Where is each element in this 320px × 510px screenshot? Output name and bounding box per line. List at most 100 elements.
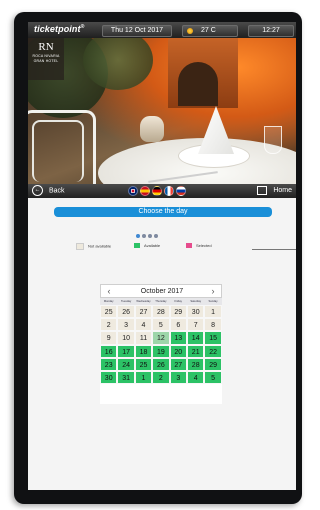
home-button[interactable]: Home — [257, 185, 292, 197]
not-available-swatch — [76, 243, 84, 250]
calendar-day-available[interactable]: 15 — [204, 331, 222, 345]
hotel-logo-subtitle: GRAN HOTEL — [33, 59, 59, 63]
calendar-day-today[interactable]: 12 — [152, 331, 170, 345]
page-title: Choose the day — [54, 207, 272, 217]
calendar-day-available[interactable]: 18 — [134, 344, 153, 358]
calendar-month-label: October 2017 — [140, 288, 184, 295]
photo-napkin — [198, 106, 234, 154]
flag-spain-icon[interactable] — [140, 186, 150, 196]
calendar-day-unavailable: 26 — [117, 305, 135, 319]
callout-line — [252, 249, 296, 250]
content-area: Choose the day Not available Available S… — [28, 198, 296, 490]
weekday-label: Monday — [103, 300, 114, 303]
weekday-label: Friday — [174, 300, 183, 303]
kiosk-screen: ticketpoint® Thu 12 Oct 2017 27 C 12:27 … — [28, 22, 296, 490]
legend-label: Selected — [196, 243, 212, 248]
calendar-day-unavailable: 7 — [187, 318, 205, 332]
calendar-header: ‹ October 2017 › — [100, 284, 222, 298]
flag-russia-icon[interactable] — [176, 186, 186, 196]
photo-chair — [32, 120, 84, 182]
calendar-day-available[interactable]: 14 — [187, 331, 205, 345]
clock-display: 12:27 — [248, 25, 294, 37]
calendar-day-unavailable: 8 — [204, 318, 222, 332]
legend-not-available: Not available — [76, 243, 111, 250]
calendar-day-available[interactable]: 31 — [117, 371, 135, 385]
date-display: Thu 12 Oct 2017 — [102, 25, 172, 37]
photo-fountain — [140, 116, 164, 142]
selected-swatch — [186, 243, 192, 249]
legend-label: Not available — [88, 243, 112, 249]
top-status-bar: ticketpoint® Thu 12 Oct 2017 27 C 12:27 — [28, 22, 296, 38]
weekday-label: Wednesday — [136, 300, 151, 303]
hotel-logo-mark: RN — [38, 41, 54, 53]
calendar-day-unavailable: 4 — [134, 318, 153, 332]
calendar-day-unavailable: 10 — [117, 331, 135, 345]
calendar-day-unavailable: 30 — [187, 305, 205, 319]
chevron-right-icon[interactable]: › — [207, 285, 219, 297]
calendar-day-unavailable: 1 — [204, 305, 222, 319]
hotel-logo: RN ROCA NIVARIA GRAN HOTEL — [28, 38, 64, 80]
calendar-day-unavailable: 5 — [152, 318, 170, 332]
legend-selected: Selected — [186, 243, 212, 249]
back-button[interactable]: ← Back — [32, 185, 65, 197]
calendar-day-available[interactable]: 29 — [204, 357, 222, 371]
calendar-day-unavailable: 27 — [134, 305, 153, 319]
calendar-day-available[interactable]: 13 — [169, 331, 187, 345]
flag-france-icon[interactable] — [164, 186, 174, 196]
calendar-day-available[interactable]: 28 — [187, 357, 205, 371]
weekday-label: Thursday — [155, 300, 167, 303]
calendar-day-unavailable: 2 — [100, 318, 118, 332]
calendar-weekday-row: Monday Tuesday Wednesday Thursday Friday Satu… — [100, 298, 222, 305]
calendar-legend: Not available Available Selected — [76, 243, 276, 251]
flag-uk-icon[interactable] — [128, 186, 138, 196]
home-icon — [257, 185, 268, 195]
step-dot — [154, 234, 158, 238]
photo-tree — [83, 38, 153, 90]
calendar-day-available[interactable]: 24 — [117, 357, 135, 371]
calendar-day-unavailable: 29 — [169, 305, 187, 319]
calendar-day-available[interactable]: 27 — [169, 357, 187, 371]
calendar-day-available[interactable]: 1 — [134, 371, 153, 385]
date-picker-calendar: ‹ October 2017 › Monday Tuesday Wednesday T… — [100, 284, 222, 404]
flag-germany-icon[interactable] — [152, 186, 162, 196]
calendar-day-available[interactable]: 23 — [100, 357, 118, 371]
navigation-bar: ← Back Home — [28, 184, 296, 198]
language-selector — [128, 186, 188, 196]
calendar-day-available[interactable]: 26 — [152, 357, 170, 371]
weekday-label: Saturday — [190, 300, 202, 303]
calendar-day-available[interactable]: 16 — [100, 344, 118, 358]
step-dot — [148, 234, 152, 238]
chevron-left-icon[interactable]: ‹ — [103, 285, 115, 297]
brand-logo: ticketpoint® — [34, 24, 84, 34]
brand-mark: ® — [80, 24, 85, 30]
restaurant-photo: RN ROCA NIVARIA GRAN HOTEL — [28, 38, 296, 184]
back-arrow-icon: ← — [32, 185, 43, 196]
sun-icon — [187, 28, 193, 34]
calendar-day-unavailable: 9 — [100, 331, 118, 345]
calendar-day-available[interactable]: 22 — [204, 344, 222, 358]
calendar-day-unavailable: 3 — [117, 318, 135, 332]
calendar-day-unavailable: 6 — [169, 318, 187, 332]
calendar-day-available[interactable]: 3 — [169, 371, 187, 385]
calendar-day-available[interactable]: 2 — [152, 371, 170, 385]
legend-available: Available — [134, 243, 160, 249]
weekday-label: Sunday — [208, 300, 218, 303]
step-dot — [142, 234, 146, 238]
calendar-day-available[interactable]: 17 — [117, 344, 135, 358]
step-dot — [136, 234, 140, 238]
calendar-day-unavailable: 25 — [100, 305, 118, 319]
calendar-day-available[interactable]: 21 — [187, 344, 205, 358]
photo-glass — [264, 126, 282, 154]
home-label: Home — [273, 187, 292, 194]
calendar-day-available[interactable]: 20 — [169, 344, 187, 358]
calendar-day-available[interactable]: 5 — [204, 371, 222, 385]
photo-archway — [178, 62, 218, 106]
weekday-label: Tuesday — [120, 300, 132, 303]
weather-display: 27 C — [182, 25, 238, 37]
calendar-day-available[interactable]: 30 — [100, 371, 118, 385]
available-swatch — [134, 243, 140, 249]
brand-name: ticketpoint — [34, 24, 81, 34]
calendar-day-available[interactable]: 4 — [187, 371, 205, 385]
calendar-day-available[interactable]: 25 — [134, 357, 153, 371]
calendar-day-available[interactable]: 19 — [152, 344, 170, 358]
